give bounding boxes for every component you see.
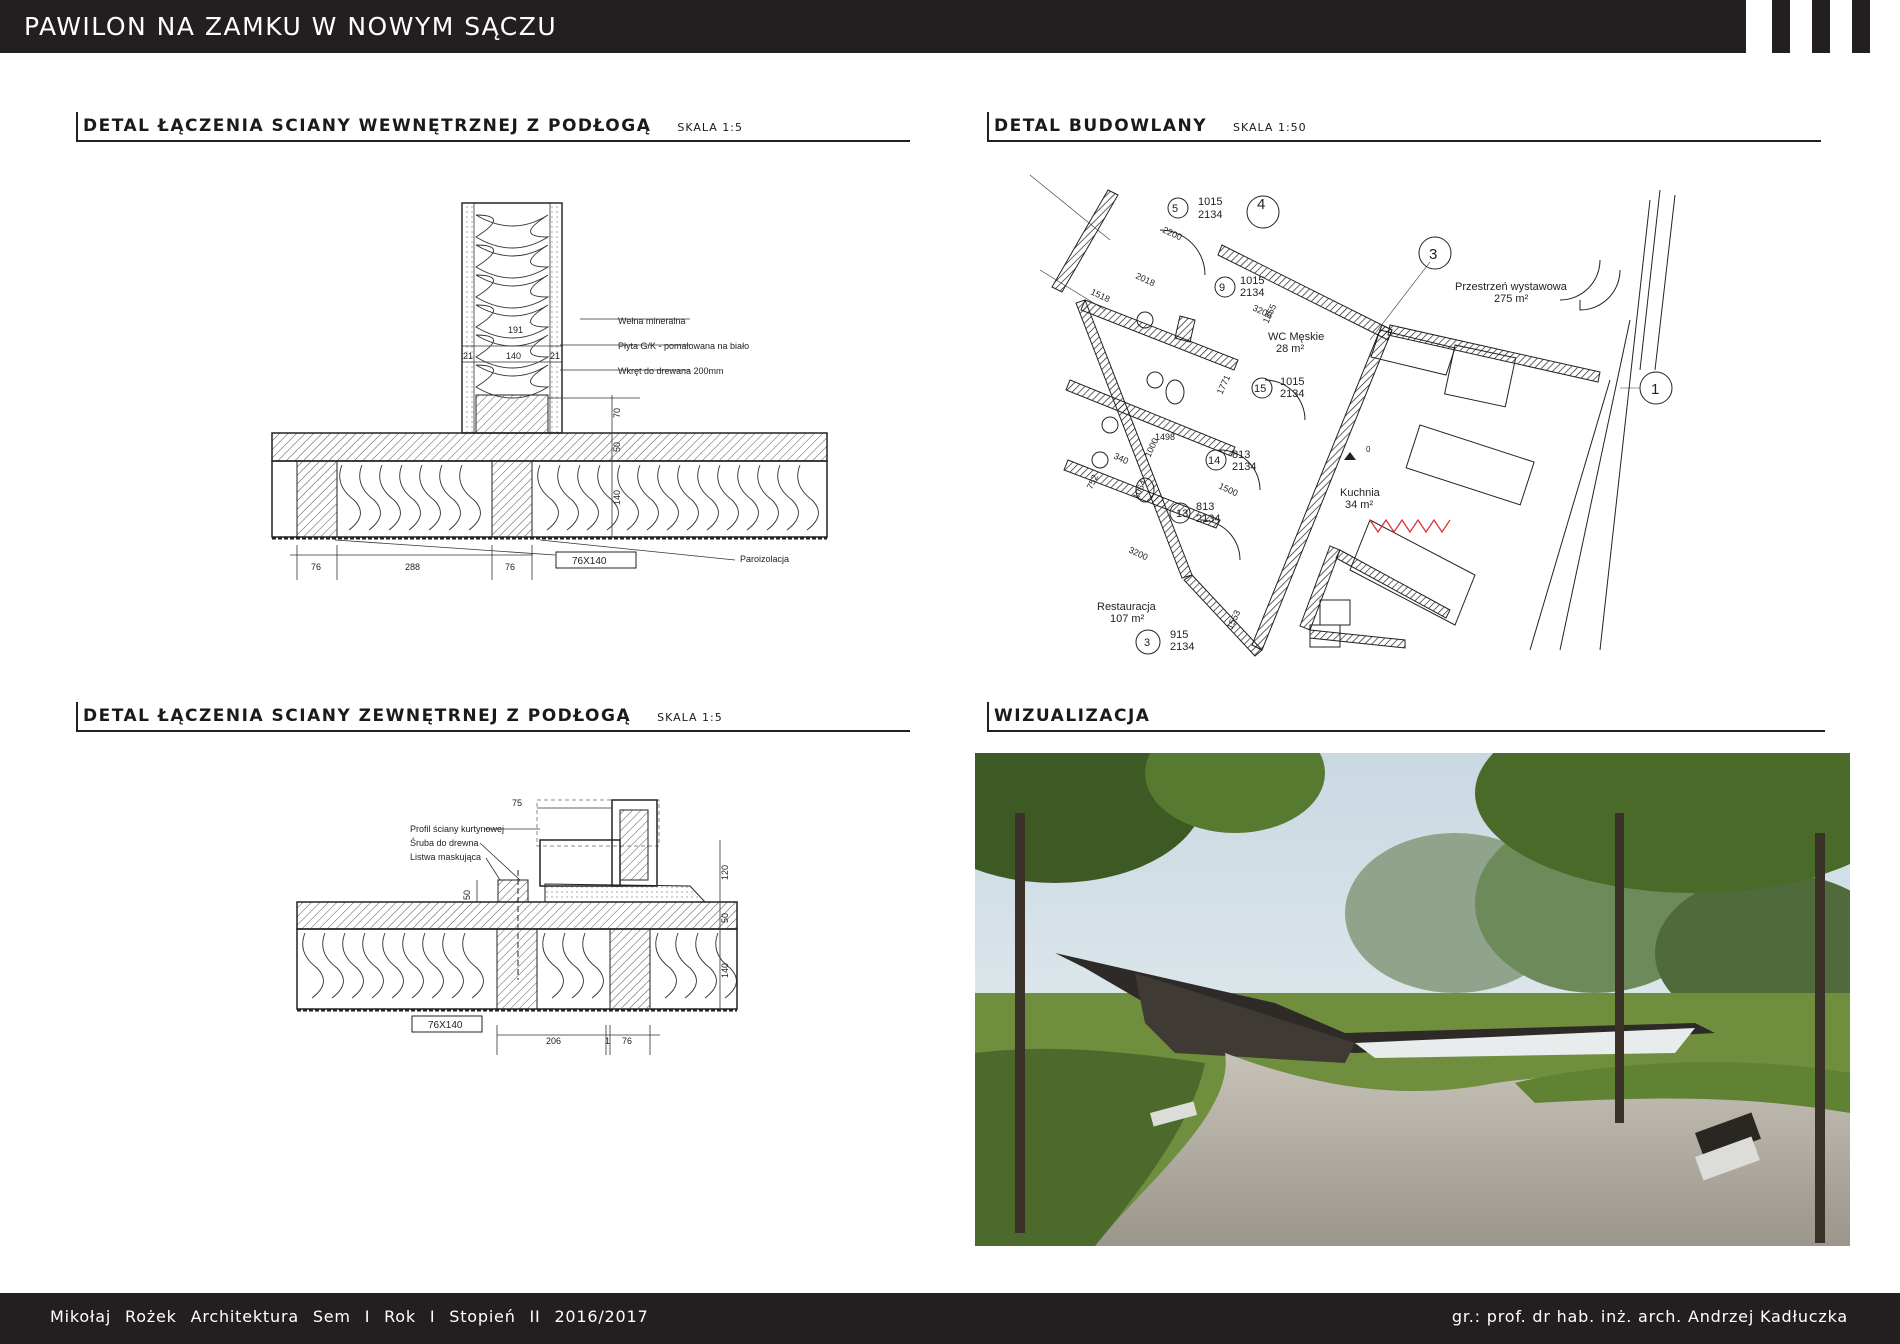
- door-height: 2134: [1280, 388, 1304, 400]
- room-name: Kuchnia: [1340, 487, 1381, 499]
- room-area: 107 m²: [1110, 613, 1145, 625]
- north-label: 0: [1366, 445, 1371, 454]
- door-height: 2134: [1240, 287, 1264, 299]
- door-width: 915: [1170, 629, 1188, 641]
- door-width: 813: [1232, 449, 1250, 461]
- door-number: 5: [1172, 203, 1178, 215]
- dim-label: 340: [1112, 451, 1130, 466]
- room-area: 34 m²: [1345, 499, 1373, 511]
- footer-author: Mikołaj Rożek Architektura Sem I Rok I S…: [50, 1307, 649, 1326]
- axis-label: 1: [1651, 381, 1659, 398]
- door-number: 14: [1208, 455, 1220, 467]
- door-number: 13: [1176, 508, 1188, 520]
- door-height: 2134: [1232, 461, 1256, 473]
- room-name: Przestrzeń wystawowa: [1455, 281, 1568, 293]
- dim-label: 1771: [1215, 373, 1233, 395]
- door-width: 1015: [1198, 196, 1222, 208]
- dim-label: 1500: [1217, 481, 1239, 499]
- room-area: 275 m²: [1494, 293, 1529, 305]
- dim-label: 2200: [1161, 225, 1183, 243]
- door-number: 15: [1254, 383, 1266, 395]
- axis-label: 3: [1429, 246, 1437, 263]
- door-height: 2134: [1198, 209, 1222, 221]
- room-area: 28 m²: [1276, 343, 1304, 355]
- dim-label: 2018: [1134, 271, 1156, 289]
- door-width: 1015: [1280, 376, 1304, 388]
- footer-supervisor: gr.: prof. dr hab. inż. arch. Andrzej Ka…: [1451, 1307, 1848, 1326]
- visualization-image: [975, 753, 1850, 1246]
- visualization-render: [975, 753, 1850, 1246]
- door-width: 1015: [1240, 275, 1264, 287]
- door-height: 2134: [1170, 641, 1194, 653]
- door-number: 3: [1144, 637, 1150, 649]
- footer-bar: Mikołaj Rożek Architektura Sem I Rok I S…: [0, 1293, 1900, 1344]
- door-width: 813: [1196, 501, 1214, 513]
- dim-label: 3200: [1127, 545, 1149, 563]
- door-height: 2134: [1196, 513, 1220, 525]
- room-name: Restauracja: [1097, 601, 1157, 613]
- room-name: WC Męskie: [1268, 331, 1324, 343]
- dim-label: 1518: [1089, 287, 1111, 305]
- door-number: 9: [1219, 282, 1225, 294]
- north-arrow-icon: [1344, 452, 1356, 460]
- dim-label: 1498: [1155, 432, 1175, 442]
- axis-label: 4: [1257, 196, 1265, 213]
